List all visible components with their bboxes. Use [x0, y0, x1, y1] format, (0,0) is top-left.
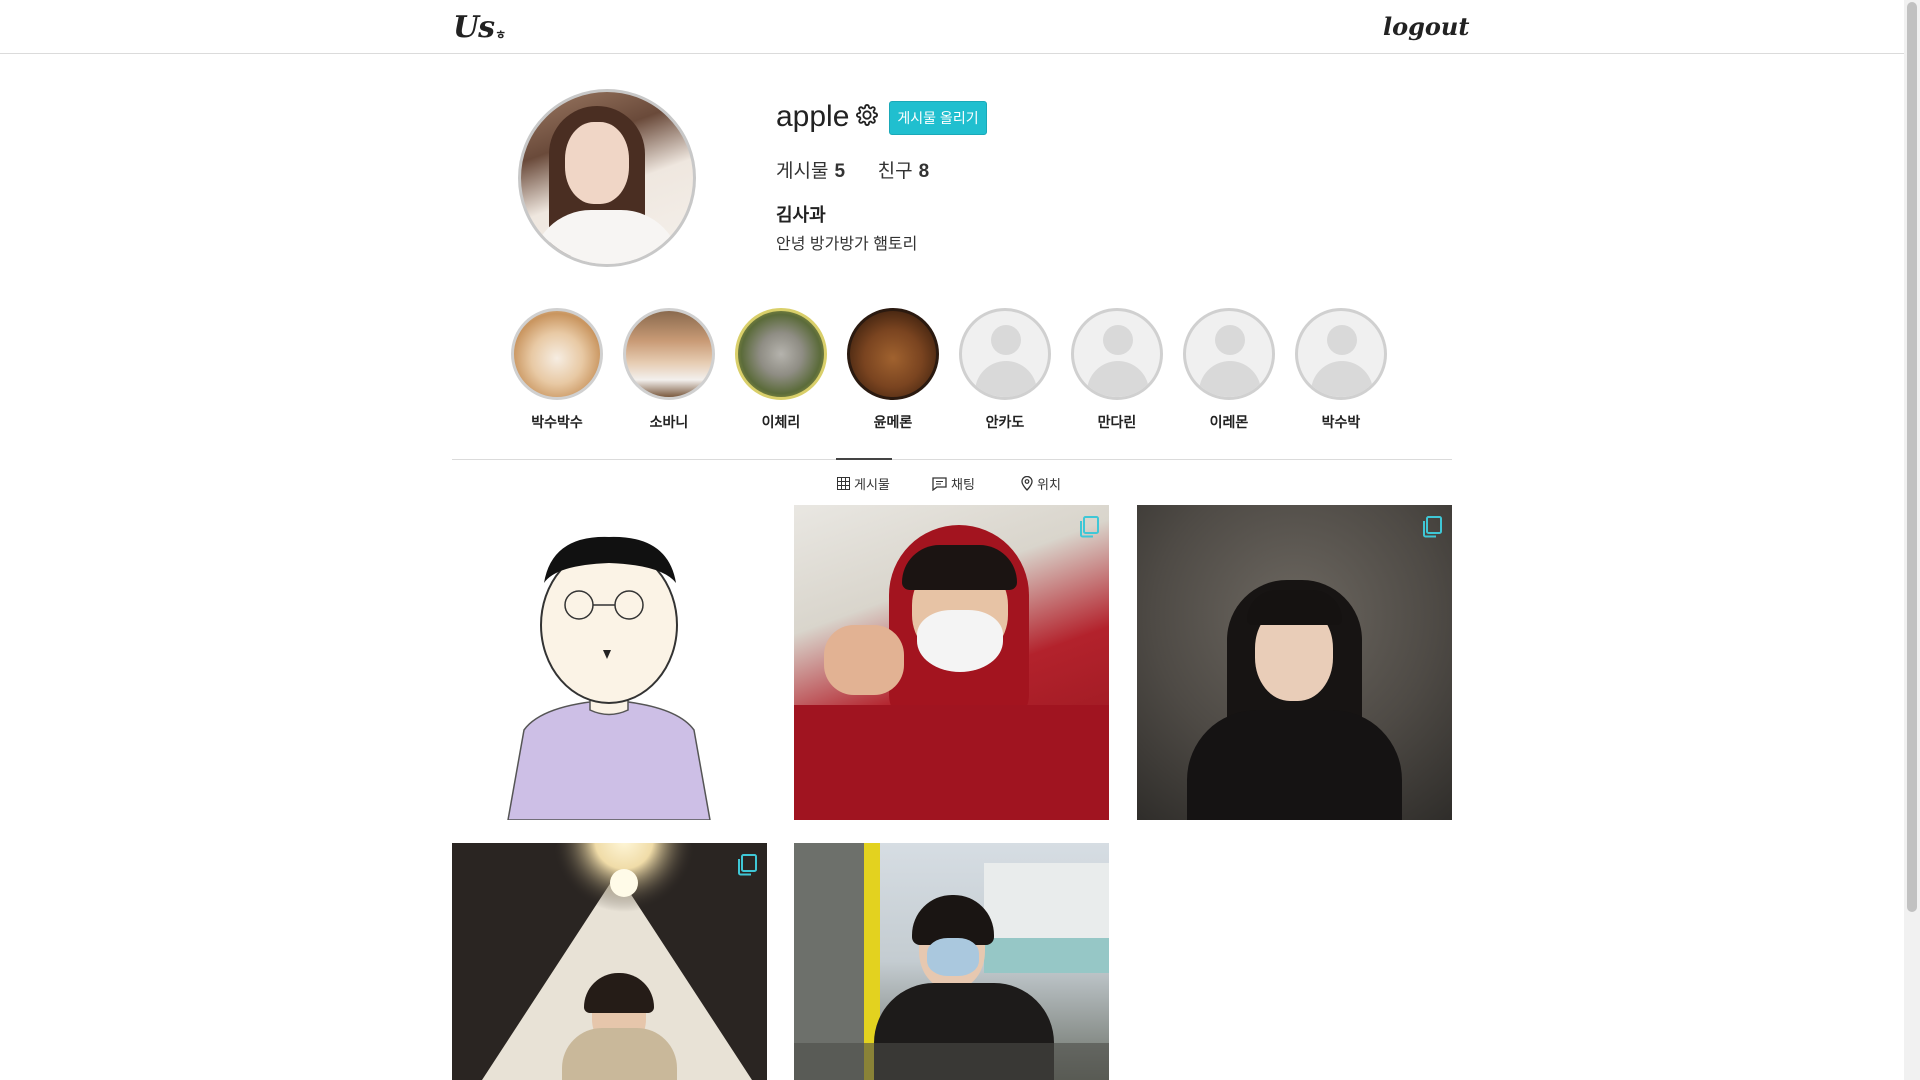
friend-name: 이체리 [761, 414, 801, 430]
default-avatar-icon[interactable] [1183, 308, 1275, 400]
location-icon [1021, 476, 1033, 491]
friend-name: 윤메론 [873, 414, 913, 430]
settings-gear-icon[interactable] [856, 104, 878, 126]
multiple-images-icon [735, 853, 759, 877]
friend-name: 만다린 [1097, 414, 1137, 430]
profile-username: apple [776, 100, 850, 133]
post-tile[interactable] [1137, 505, 1452, 820]
logout-link[interactable]: logout [1383, 12, 1469, 41]
section-divider [452, 459, 1452, 460]
friend-avatar-cat[interactable] [511, 308, 603, 400]
logo-suffix: ㅎ [495, 28, 506, 42]
friend-avatar-hamster[interactable] [623, 308, 715, 400]
top-navigation-bar: Usㅎ logout [0, 0, 1904, 54]
friend-item[interactable]: 박수박수 [511, 308, 603, 432]
posts-count: 5 [834, 161, 846, 182]
profile-bio: 안녕 방가방가 햄토리 [776, 236, 918, 253]
friend-item[interactable]: 만다린 [1071, 308, 1163, 432]
tab-location[interactable]: 위치 [1021, 474, 1061, 493]
tab-posts[interactable]: 게시물 [837, 474, 890, 493]
tab-location-label: 위치 [1037, 477, 1061, 492]
profile-stats: 게시물 5 친구 8 [776, 156, 929, 183]
post-tile[interactable] [452, 505, 767, 820]
multiple-images-icon [1077, 515, 1101, 539]
active-tab-indicator [836, 458, 892, 460]
grid-icon [837, 477, 850, 490]
post-tile[interactable] [452, 843, 767, 1080]
friend-item[interactable]: 윤메론 [847, 308, 939, 432]
tab-chat[interactable]: 채팅 [932, 474, 975, 493]
friends-count[interactable]: 8 [919, 161, 930, 182]
post-tile[interactable] [794, 505, 1109, 820]
default-avatar-icon[interactable] [1071, 308, 1163, 400]
friend-name: 박수박 [1321, 414, 1361, 430]
profile-real-name: 김사과 [776, 205, 826, 225]
tab-chat-label: 채팅 [951, 477, 975, 492]
friend-avatar-koala[interactable] [735, 308, 827, 400]
illustration-image [507, 536, 711, 820]
friend-item[interactable]: 소바니 [623, 308, 715, 432]
default-avatar-icon[interactable] [959, 308, 1051, 400]
friends-stat-label[interactable]: 친구 [878, 161, 913, 182]
friend-item[interactable]: 박수박 [1295, 308, 1387, 432]
friend-avatar-dog[interactable] [847, 308, 939, 400]
posts-stat-label: 게시물 [776, 161, 829, 182]
tab-posts-label: 게시물 [854, 477, 890, 492]
post-tile[interactable] [794, 843, 1109, 1080]
friend-name: 박수박수 [531, 414, 583, 430]
friend-name: 안카도 [985, 414, 1025, 430]
profile-avatar[interactable] [518, 89, 696, 267]
default-avatar-icon[interactable] [1295, 308, 1387, 400]
app-logo[interactable]: Usㅎ [453, 10, 506, 45]
friend-item[interactable]: 안카도 [959, 308, 1051, 432]
friend-name: 소바니 [649, 414, 689, 430]
page-scrollbar[interactable] [1904, 0, 1920, 1080]
friend-item[interactable]: 이체리 [735, 308, 827, 432]
upload-post-button[interactable]: 게시물 올리기 [889, 101, 987, 135]
logo-text: Us [453, 10, 495, 45]
friend-item[interactable]: 이레몬 [1183, 308, 1275, 432]
multiple-images-icon [1420, 515, 1444, 539]
chat-icon [932, 476, 947, 491]
friend-name: 이레몬 [1209, 414, 1249, 430]
scrollbar-thumb[interactable] [1907, 2, 1917, 912]
